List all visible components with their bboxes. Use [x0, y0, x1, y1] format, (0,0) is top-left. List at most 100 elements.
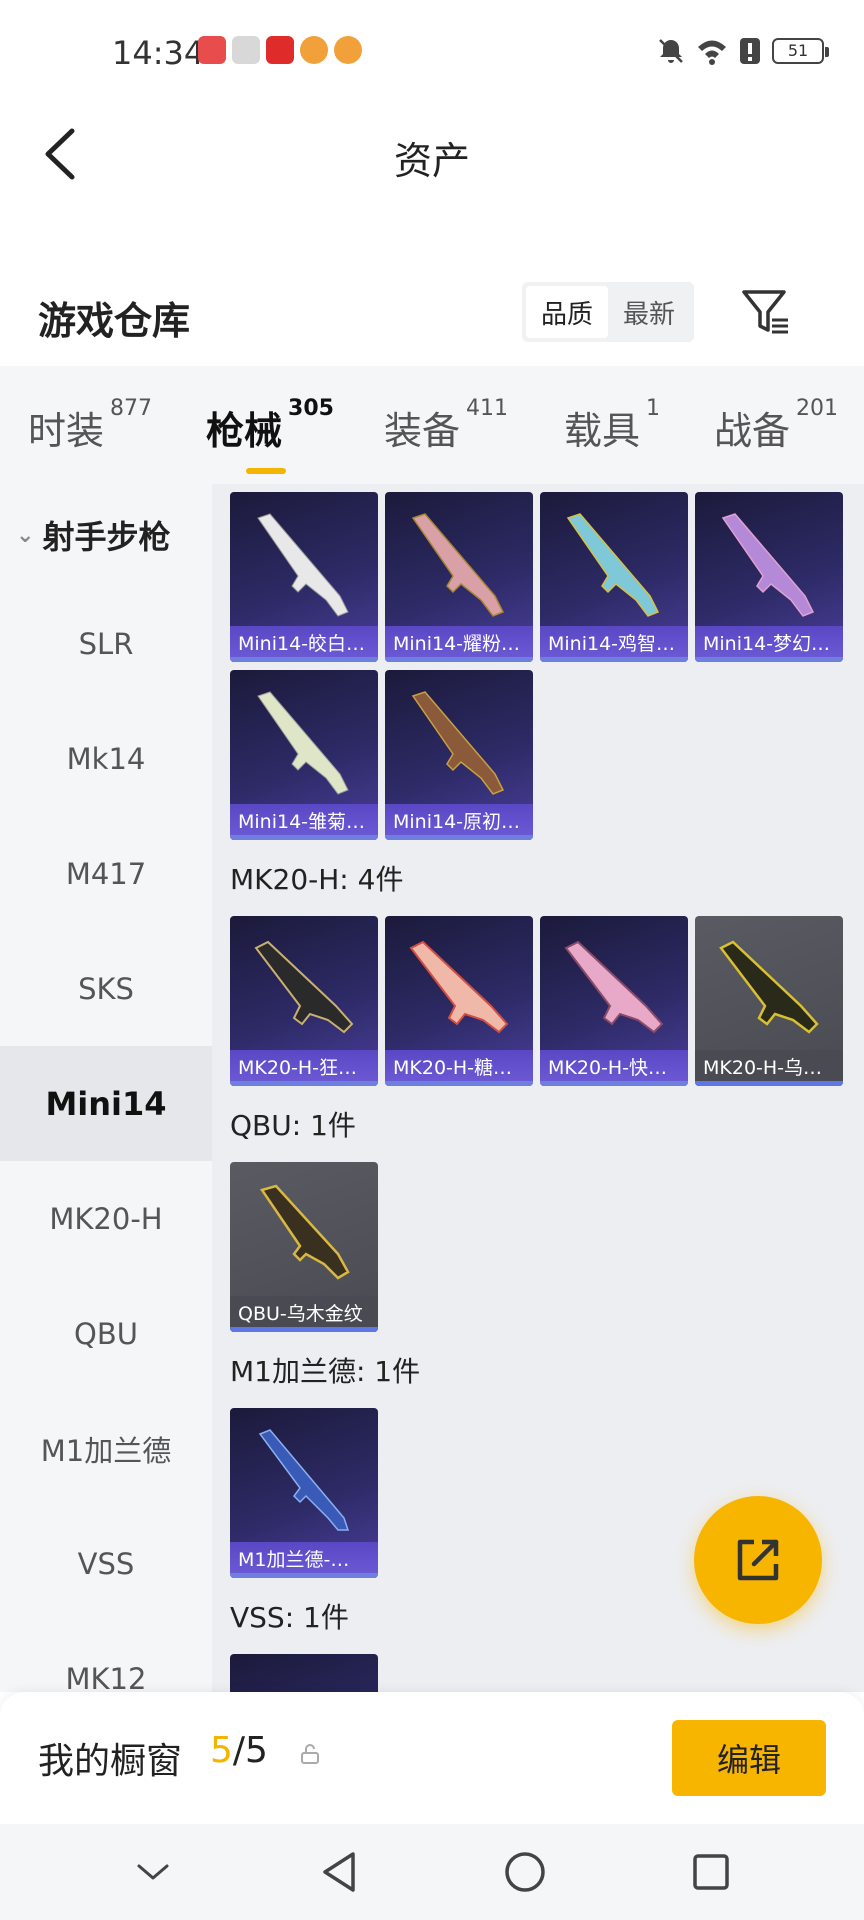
- qbu-grid: QBU-乌木金纹: [212, 1162, 864, 1332]
- tab-supplies[interactable]: 战备 201: [714, 396, 838, 455]
- sidebar-item-mk20h[interactable]: MK20-H: [0, 1161, 212, 1276]
- category-tabs: 时装 877 枪械 305 装备 411 载具 1 战备 201: [0, 366, 864, 484]
- tab-weapons[interactable]: 枪械 305: [206, 396, 334, 474]
- nav-back-button[interactable]: [309, 1842, 369, 1902]
- notif-app-icon: [232, 36, 260, 64]
- weapon-card[interactable]: MK20-H-糖…: [385, 916, 533, 1086]
- triangle-back-icon: [323, 1852, 355, 1892]
- weapon-card[interactable]: [230, 1654, 378, 1692]
- edit-button[interactable]: 编辑: [672, 1720, 826, 1796]
- rifle-icon: [409, 940, 509, 1034]
- sidebar-item-qbu[interactable]: QBU: [0, 1276, 212, 1391]
- sidebar-item-vss[interactable]: VSS: [0, 1506, 212, 1621]
- sidebar-item-sks[interactable]: SKS: [0, 931, 212, 1046]
- nav-collapse-button[interactable]: [123, 1842, 183, 1902]
- group-label-mk20h: MK20-H: 4件: [230, 863, 404, 896]
- tab-count: 877: [110, 396, 153, 421]
- showcase-count: 5/5: [210, 1730, 268, 1771]
- rifle-icon: [411, 691, 505, 795]
- tab-label: 时装: [28, 409, 105, 453]
- wifi-icon: [698, 40, 726, 65]
- weapon-type-sidebar: ⌄ 射手步枪 SLR Mk14 M417 SKS Mini14 MK20-H Q…: [0, 484, 212, 1692]
- sidebar-group-label: 射手步枪: [42, 518, 171, 556]
- weapon-card[interactable]: Mini14-原初…: [385, 670, 533, 840]
- sidebar-item-m417[interactable]: M417: [0, 816, 212, 931]
- rifle-icon: [719, 940, 819, 1034]
- tab-label: 战备: [714, 409, 791, 453]
- group-label-m1-garand: M1加兰德: 1件: [230, 1355, 421, 1388]
- status-time: 14:34: [112, 34, 205, 72]
- rifle-icon: [721, 513, 815, 617]
- rifle-icon: [257, 691, 349, 795]
- rifle-icon: [411, 513, 505, 617]
- external-link-icon: [737, 1539, 779, 1581]
- nav-recents-button[interactable]: [681, 1842, 741, 1902]
- status-indicators: 51: [656, 36, 829, 66]
- sidebar-item-mk12[interactable]: MK12: [0, 1621, 212, 1693]
- sidebar-item-m1-garand[interactable]: M1加兰德: [0, 1391, 212, 1506]
- weapon-card[interactable]: Mini14-皎白…: [230, 492, 378, 662]
- filter-button[interactable]: [736, 282, 796, 342]
- share-fab[interactable]: [694, 1496, 822, 1624]
- warehouse-header: 游戏仓库 品质 最新: [0, 270, 864, 366]
- rifle-icon: [564, 940, 664, 1034]
- rifle-icon: [258, 1429, 350, 1531]
- chevron-down-icon: [137, 1864, 169, 1880]
- weapon-card[interactable]: MK20-H-乌…: [695, 916, 843, 1086]
- sidebar-group-dmr[interactable]: ⌄ 射手步枪: [0, 484, 212, 586]
- rifle-icon: [566, 513, 660, 617]
- weapon-card[interactable]: Mini14-鸡智…: [540, 492, 688, 662]
- weapon-card[interactable]: Mini14-耀粉…: [385, 492, 533, 662]
- notif-app-icon: [334, 36, 362, 64]
- tab-count: 1: [646, 396, 661, 421]
- mute-icon: [659, 39, 683, 63]
- notif-app-icon: [198, 36, 226, 64]
- sidebar-item-mini14[interactable]: Mini14: [0, 1046, 212, 1161]
- tab-label: 装备: [384, 409, 461, 453]
- tab-vehicles[interactable]: 载具 1: [564, 396, 660, 455]
- sidebar-item-mk14[interactable]: Mk14: [0, 701, 212, 816]
- sort-toggle: 品质 最新: [522, 282, 694, 342]
- sort-newest-button[interactable]: 最新: [608, 286, 690, 338]
- tab-label: 枪械: [206, 409, 283, 453]
- tab-outfits[interactable]: 时装 877: [28, 396, 152, 455]
- status-bar: 14:34 51: [0, 0, 864, 104]
- notif-app-icon: [300, 36, 328, 64]
- mk20h-grid: MK20-H-狂… MK20-H-糖… MK20-H-快… MK20-H-乌…: [212, 916, 864, 1086]
- section-title: 游戏仓库: [38, 299, 191, 343]
- circle-home-icon: [505, 1852, 545, 1892]
- showcase-total: 5: [245, 1730, 268, 1771]
- app-header: 资产: [0, 104, 864, 204]
- weapon-card[interactable]: QBU-乌木金纹: [230, 1162, 378, 1332]
- weapon-card[interactable]: MK20-H-快…: [540, 916, 688, 1086]
- battery-icon: 51: [772, 38, 829, 64]
- rifle-icon: [259, 1184, 350, 1280]
- tab-count: 305: [288, 396, 334, 421]
- mini14-grid: Mini14-皎白… Mini14-耀粉… Mini14-鸡智… Mini14-…: [212, 492, 864, 840]
- vss-grid: [212, 1654, 864, 1692]
- tab-count: 201: [796, 396, 839, 421]
- square-recents-icon: [693, 1854, 729, 1890]
- tab-equipment[interactable]: 装备 411: [384, 396, 508, 455]
- tab-count: 411: [466, 396, 509, 421]
- alert-icon: [740, 38, 760, 64]
- lock-icon: [301, 1744, 319, 1764]
- sidebar-item-slr[interactable]: SLR: [0, 586, 212, 701]
- showcase-bar: 我的橱窗 5/5 编辑: [0, 1692, 864, 1824]
- weapon-card[interactable]: Mini14-梦幻…: [695, 492, 843, 662]
- filter-icon: [742, 290, 788, 334]
- notification-icons: [198, 36, 362, 64]
- showcase-current: 5: [210, 1730, 233, 1771]
- weapon-card[interactable]: Mini14-雏菊…: [230, 670, 378, 840]
- nav-home-button[interactable]: [495, 1842, 555, 1902]
- active-tab-indicator: [246, 468, 286, 474]
- notif-app-icon: [266, 36, 294, 64]
- page-title: 资产: [393, 139, 470, 183]
- sort-quality-button[interactable]: 品质: [526, 286, 608, 338]
- weapon-card[interactable]: MK20-H-狂…: [230, 916, 378, 1086]
- rifle-icon: [254, 940, 354, 1034]
- chevron-down-icon: ⌄: [16, 522, 35, 548]
- rifle-icon: [257, 513, 349, 617]
- showcase-label: 我的橱窗: [38, 1741, 183, 1782]
- weapon-card[interactable]: M1加兰德-…: [230, 1408, 378, 1578]
